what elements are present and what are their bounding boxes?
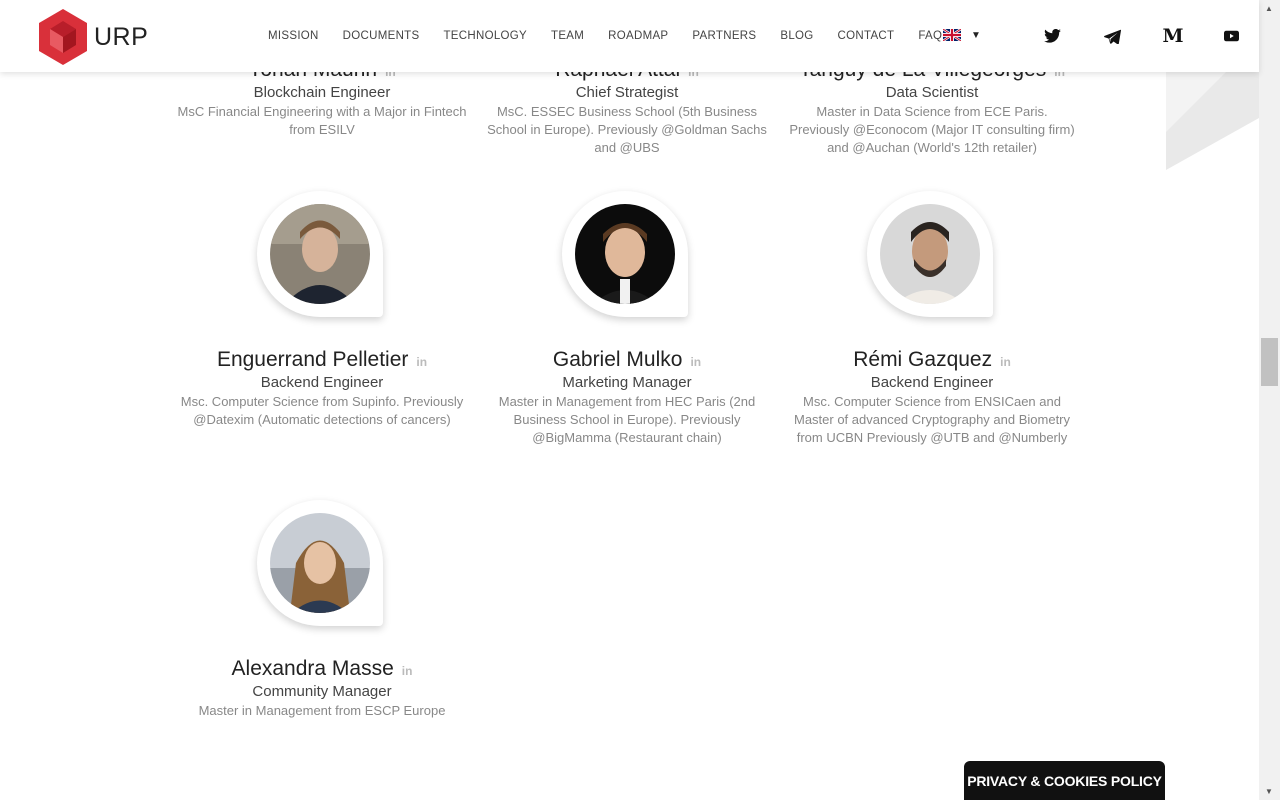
avatar: [575, 204, 675, 304]
member-name: Enguerrand Pelletier: [216, 348, 409, 371]
site-header: URP MISSION DOCUMENTS TECHNOLOGY TEAM RO…: [0, 0, 1259, 72]
linkedin-icon[interactable]: in: [402, 664, 413, 678]
linkedin-icon[interactable]: in: [1000, 355, 1011, 369]
team-member-card: Alexandra Masse in Community Manager Mast…: [172, 500, 472, 720]
twitter-icon[interactable]: [1041, 24, 1063, 48]
main-nav: MISSION DOCUMENTS TECHNOLOGY TEAM ROADMA…: [256, 0, 954, 72]
nav-faq[interactable]: FAQ: [918, 30, 942, 42]
member-role: Backend Engineer: [870, 374, 994, 391]
member-name: Gabriel Mulko: [552, 348, 683, 371]
brand-name: URP: [94, 22, 149, 51]
nav-technology[interactable]: TECHNOLOGY: [443, 30, 527, 42]
member-role: Backend Engineer: [260, 374, 384, 391]
team-member-card: Rémi Gazquez in Backend Engineer Msc. Com…: [782, 191, 1082, 447]
medium-icon[interactable]: M: [1162, 24, 1184, 48]
linkedin-icon[interactable]: in: [690, 355, 701, 369]
nav-roadmap[interactable]: ROADMAP: [608, 30, 668, 42]
team-member-card: Enguerrand Pelletier in Backend Engineer …: [172, 191, 472, 429]
team-member-card: Tanguy de La Villegeorgesin Data Scienti…: [782, 58, 1082, 157]
nav-blog[interactable]: BLOG: [780, 30, 813, 42]
member-description: Master in Management from ESCP Europe: [198, 703, 446, 718]
urp-logo-icon: [39, 9, 87, 65]
privacy-cookies-policy-button[interactable]: PRIVACY & COOKIES POLICY: [964, 761, 1165, 800]
scroll-up-arrow-icon[interactable]: ▲: [1265, 4, 1273, 13]
caret-down-icon: ▼: [971, 29, 981, 41]
nav-documents[interactable]: DOCUMENTS: [343, 30, 420, 42]
member-role: Marketing Manager: [562, 374, 692, 391]
avatar: [880, 204, 980, 304]
avatar: [270, 513, 370, 613]
member-description: Master in Management from HEC Paris (2nd…: [498, 394, 756, 445]
member-name: Alexandra Masse: [231, 657, 394, 680]
youtube-icon[interactable]: [1220, 24, 1242, 48]
member-description: MsC. ESSEC Business School (5th Business…: [487, 104, 767, 155]
nav-contact[interactable]: CONTACT: [838, 30, 895, 42]
nav-team[interactable]: TEAM: [551, 30, 584, 42]
nav-mission[interactable]: MISSION: [268, 30, 319, 42]
uk-flag-icon: [943, 29, 961, 41]
member-role: Community Manager: [252, 683, 392, 700]
member-name: Rémi Gazquez: [853, 348, 993, 371]
member-role: Data Scientist: [885, 84, 979, 101]
avatar: [270, 204, 370, 304]
linkedin-icon[interactable]: in: [416, 355, 427, 369]
member-description: Msc. Computer Science from Supinfo. Prev…: [180, 394, 464, 427]
nav-partners[interactable]: PARTNERS: [692, 30, 756, 42]
scroll-down-arrow-icon[interactable]: ▼: [1265, 787, 1273, 796]
member-role: Chief Strategist: [575, 84, 679, 101]
logo[interactable]: URP: [38, 9, 148, 65]
team-member-card: Gabriel Mulko in Marketing Manager Master…: [477, 191, 777, 447]
background-decoration: [1166, 72, 1259, 170]
language-selector[interactable]: ▼: [943, 29, 981, 41]
team-member-card: Raphaël Attalin Chief Strategist MsC. ES…: [477, 58, 777, 157]
member-description: Master in Data Science from ECE Paris. P…: [789, 104, 1075, 155]
member-description: MsC Financial Engineering with a Major i…: [177, 104, 467, 137]
page-scrollbar[interactable]: ▲ ▼: [1259, 0, 1280, 800]
member-role: Blockchain Engineer: [253, 84, 391, 101]
telegram-icon[interactable]: [1101, 24, 1123, 48]
scrollbar-thumb[interactable]: [1261, 338, 1278, 386]
member-description: Msc. Computer Science from ENSICaen and …: [793, 394, 1071, 445]
